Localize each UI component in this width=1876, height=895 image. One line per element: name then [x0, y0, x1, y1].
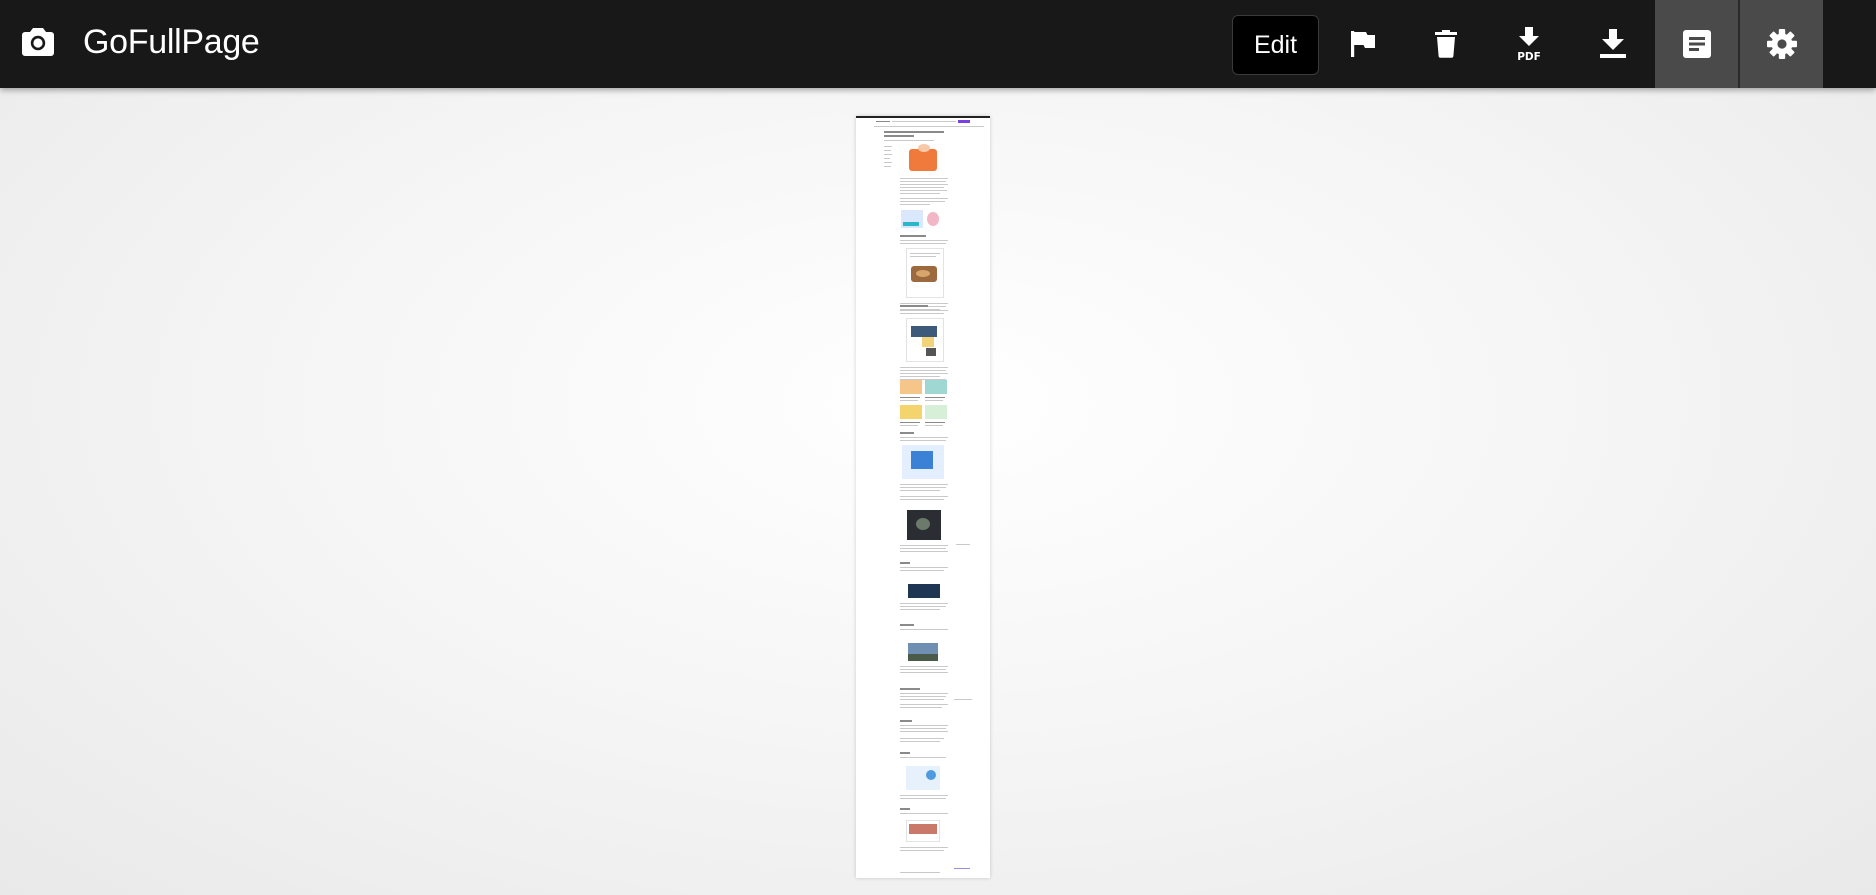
preview-text	[900, 704, 948, 705]
preview-card-title	[900, 397, 920, 398]
preview-text	[900, 567, 948, 568]
preview-card-image	[900, 380, 922, 394]
preview-card-text	[900, 425, 918, 426]
preview-photo	[908, 584, 940, 598]
preview-heading	[900, 808, 910, 810]
screenshot-preview-content	[856, 116, 990, 878]
preview-text	[900, 603, 948, 604]
preview-text	[900, 310, 948, 311]
preview-text	[900, 699, 944, 700]
preview-text	[900, 606, 946, 607]
preview-card-image	[900, 405, 922, 419]
preview-card-image	[925, 380, 947, 394]
preview-text	[900, 490, 940, 491]
download-pdf-button[interactable]: PDF	[1487, 0, 1570, 88]
trash-icon	[1434, 30, 1457, 58]
preview-text	[900, 696, 946, 697]
delete-button[interactable]	[1404, 0, 1487, 88]
preview-text	[900, 373, 948, 374]
preview-text	[900, 367, 948, 368]
preview-heading	[900, 720, 912, 722]
preview-heading	[900, 752, 910, 754]
preview-card-text	[925, 425, 943, 426]
preview-text	[900, 440, 946, 441]
preview-heading	[900, 562, 910, 564]
preview-text	[900, 850, 944, 851]
preview-text	[900, 487, 946, 488]
gear-icon	[1766, 29, 1797, 59]
preview-text	[900, 757, 946, 758]
preview-card-title	[900, 422, 920, 423]
preview-text	[900, 570, 944, 571]
preview-heading	[900, 688, 920, 690]
preview-diagram-detail	[926, 770, 936, 780]
top-bar: GoFullPage Edit PDF	[0, 0, 1876, 88]
pdf-download-icon: PDF	[1517, 27, 1541, 61]
preview-footer	[900, 872, 940, 873]
preview-text	[900, 693, 948, 694]
camera-icon	[22, 26, 54, 56]
preview-text	[900, 728, 946, 729]
preview-card-title	[925, 422, 945, 423]
document-icon	[1682, 30, 1711, 58]
preview-text	[900, 376, 940, 377]
preview-text	[900, 795, 948, 796]
preview-text	[900, 484, 948, 485]
preview-text	[900, 707, 942, 708]
app-title: GoFullPage	[83, 23, 260, 61]
preview-footer-link	[954, 868, 970, 869]
edit-button[interactable]: Edit	[1232, 15, 1319, 75]
preview-card-title	[925, 397, 945, 398]
flag-icon	[1350, 31, 1375, 57]
preview-text	[900, 496, 948, 497]
preview-dark-photo-detail	[916, 518, 930, 530]
preview-text	[900, 609, 940, 610]
preview-heading	[900, 624, 914, 626]
preview-text	[900, 813, 948, 814]
preview-text	[900, 499, 944, 500]
preview-screen-detail	[911, 451, 933, 469]
settings-button[interactable]	[1740, 0, 1823, 88]
preview-text	[900, 672, 948, 673]
preview-side-note	[954, 699, 972, 700]
preview-embed-detail	[926, 348, 936, 356]
preview-side-note	[956, 544, 970, 545]
preview-text	[900, 738, 944, 739]
preview-text	[900, 731, 948, 732]
preview-text	[900, 437, 948, 438]
preview-text	[900, 669, 946, 670]
flag-button[interactable]	[1321, 0, 1404, 88]
preview-text	[900, 548, 946, 549]
preview-text	[900, 629, 948, 630]
download-icon	[1599, 29, 1626, 58]
preview-embed-photo	[911, 326, 937, 337]
preview-photo-detail	[908, 654, 938, 661]
view-text-button[interactable]	[1655, 0, 1738, 88]
preview-embed-detail	[922, 337, 934, 347]
preview-text	[900, 551, 948, 552]
preview-heading	[900, 432, 914, 434]
preview-text	[900, 370, 946, 371]
preview-text	[900, 725, 948, 726]
preview-card-image	[925, 405, 947, 419]
preview-card-text	[925, 400, 943, 401]
preview-text	[900, 798, 946, 799]
pdf-badge: PDF	[1517, 51, 1541, 61]
preview-text	[900, 847, 948, 848]
preview-text	[900, 545, 948, 546]
preview-text	[900, 666, 948, 667]
preview-sunset-photo	[909, 824, 937, 834]
preview-card-text	[900, 400, 918, 401]
preview-text	[900, 313, 944, 314]
download-image-button[interactable]	[1571, 0, 1654, 88]
preview-text	[900, 741, 940, 742]
preview-heading	[900, 305, 928, 307]
